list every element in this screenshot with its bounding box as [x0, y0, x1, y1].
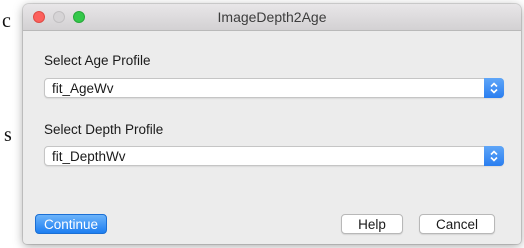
chevron-updown-icon[interactable] — [484, 146, 504, 166]
age-profile-select[interactable]: fit_AgeWv — [44, 78, 504, 98]
depth-profile-value: fit_DepthWv — [52, 149, 126, 164]
depth-profile-select[interactable]: fit_DepthWv — [44, 146, 504, 166]
title-bar[interactable]: ImageDepth2Age — [23, 4, 521, 31]
age-profile-label: Select Age Profile — [44, 53, 151, 68]
continue-button[interactable]: Continue — [35, 214, 107, 234]
age-profile-value: fit_AgeWv — [52, 81, 114, 96]
depth-profile-label: Select Depth Profile — [44, 122, 164, 137]
chevron-updown-icon[interactable] — [484, 78, 504, 98]
dialog-window: ImageDepth2Age Select Age Profile fit_Ag… — [23, 4, 521, 244]
help-button[interactable]: Help — [341, 214, 403, 234]
background-text-fragment: s — [4, 124, 12, 146]
background-text-fragment: c — [2, 10, 11, 32]
cancel-button[interactable]: Cancel — [419, 214, 495, 234]
window-title: ImageDepth2Age — [217, 9, 327, 25]
